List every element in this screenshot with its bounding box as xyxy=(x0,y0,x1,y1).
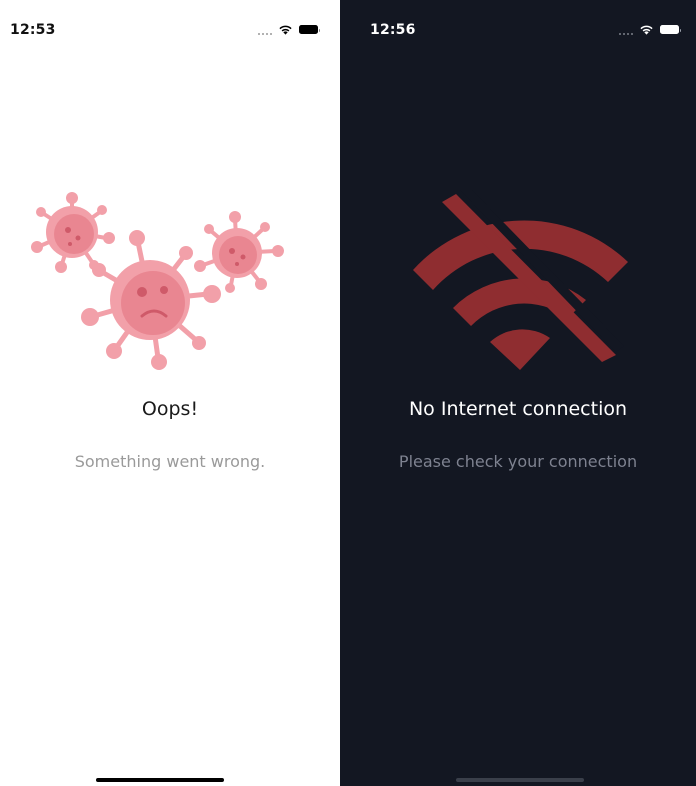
status-time: 12:53 xyxy=(10,22,56,38)
status-bar: 12:53 xyxy=(0,0,340,60)
error-title: Oops! xyxy=(141,398,199,420)
error-message: Something went wrong. xyxy=(74,452,266,471)
status-icons xyxy=(619,24,681,35)
status-time: 12:56 xyxy=(370,22,416,38)
wifi-icon xyxy=(640,25,653,35)
home-indicator[interactable] xyxy=(456,778,584,782)
wifi-off-icon xyxy=(413,190,628,370)
virus-icon xyxy=(31,192,284,370)
status-icons xyxy=(258,24,320,35)
battery-icon xyxy=(660,25,681,34)
offline-message: Please check your connection xyxy=(398,452,638,471)
offline-title: No Internet connection xyxy=(408,398,628,420)
status-bar: 12:56 xyxy=(340,0,696,60)
error-screen: 12:53 Oops! Something went wrong. xyxy=(0,0,340,786)
screenshot-frame: 12:53 Oops! Something went wrong. 12:56 … xyxy=(0,0,696,786)
wifi-icon xyxy=(279,25,292,35)
offline-screen: 12:56 No Internet connection Please chec… xyxy=(340,0,696,786)
signal-icon xyxy=(258,25,272,35)
signal-icon xyxy=(619,25,633,35)
battery-icon xyxy=(299,25,320,34)
home-indicator[interactable] xyxy=(96,778,224,782)
